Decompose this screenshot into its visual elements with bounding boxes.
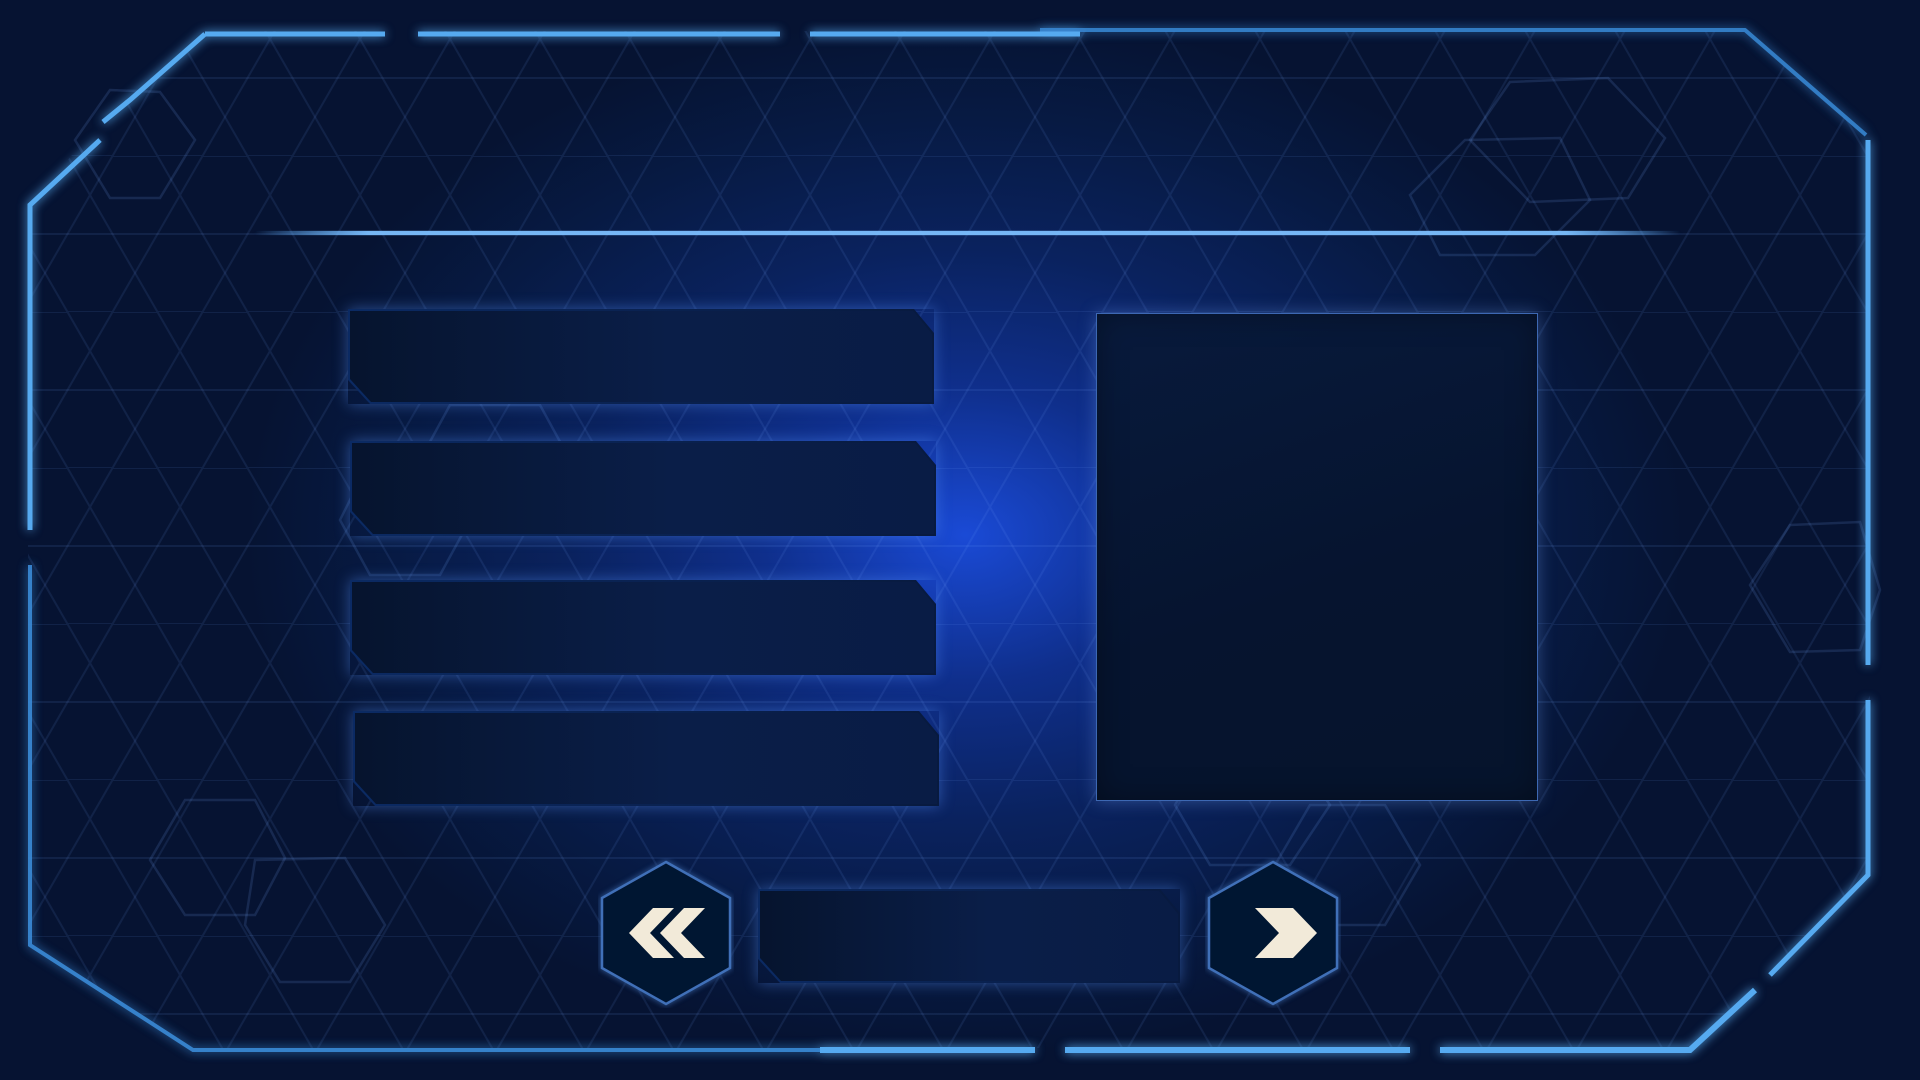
menu-slot-2[interactable] (350, 441, 936, 536)
header-divider-line (255, 231, 1680, 235)
next-page-button[interactable] (1205, 858, 1341, 1008)
previous-page-button[interactable] (598, 858, 734, 1008)
preview-panel (1096, 313, 1538, 801)
menu-slot-4[interactable] (353, 711, 939, 806)
game-menu-screen (0, 0, 1920, 1080)
double-chevron-left-icon (600, 860, 732, 1006)
page-indicator-field (758, 889, 1180, 983)
double-chevron-right-icon (1207, 860, 1339, 1006)
menu-slot-1[interactable] (348, 309, 934, 404)
menu-slot-3[interactable] (350, 580, 936, 675)
